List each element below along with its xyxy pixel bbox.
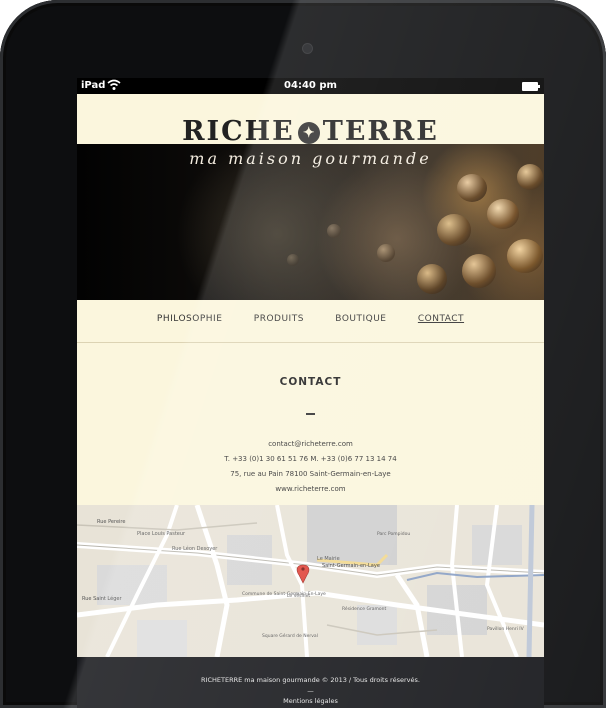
map-label: Saint-Germain-en-Laye bbox=[322, 563, 380, 569]
caviar-pearl bbox=[457, 174, 487, 202]
status-time: 04:40 pm bbox=[284, 80, 337, 91]
map-label: Rue Saint Léger bbox=[82, 595, 122, 602]
star-icon: ✦ bbox=[297, 122, 320, 144]
caviar-pearl bbox=[462, 254, 496, 288]
brand-name-right: TERRE bbox=[322, 116, 439, 147]
brand-logo[interactable]: RICHE ✦ TERRE bbox=[77, 116, 544, 147]
contact-website[interactable]: www.richeterre.com bbox=[77, 482, 544, 497]
map-label: Le Mairie bbox=[317, 556, 340, 562]
map-label: Parc Pompidou bbox=[377, 531, 410, 537]
caviar-pearl bbox=[507, 239, 543, 273]
legal-notice-link[interactable]: Mentions légales bbox=[77, 696, 544, 706]
map-label: Résidence Gramont bbox=[342, 605, 387, 612]
map-label: Place Louis Pasteur bbox=[137, 531, 186, 537]
main-nav: PHILOSOPHIE PRODUITS BOUTIQUE CONTACT bbox=[77, 314, 544, 324]
caviar-pearl bbox=[327, 224, 341, 238]
nav-item-contact[interactable]: CONTACT bbox=[418, 314, 464, 324]
location-map[interactable]: Rue Pereire Place Louis Pasteur Rue Léon… bbox=[77, 505, 544, 657]
map-label: Rue Léon Desoyer bbox=[172, 545, 218, 552]
footer-copyright: RICHETERRE ma maison gourmande © 2013 / … bbox=[201, 676, 420, 684]
nav-item-boutique[interactable]: BOUTIQUE bbox=[335, 314, 386, 324]
contact-address: 75, rue au Pain 78100 Saint-Germain-en-L… bbox=[230, 470, 391, 478]
brand-name-left: RICHE bbox=[182, 116, 295, 147]
caviar-pearl bbox=[437, 214, 471, 246]
contact-info: contact@richeterre.com T. +33 (0)1 30 61… bbox=[77, 437, 544, 497]
nav-item-philosophie[interactable]: PHILOSOPHIE bbox=[157, 314, 222, 324]
contact-email[interactable]: contact@richeterre.com bbox=[77, 437, 544, 452]
caviar-pearl bbox=[487, 199, 519, 229]
status-bar: iPad 04:40 pm bbox=[77, 78, 544, 94]
caviar-pearl bbox=[377, 244, 395, 262]
contact-heading: CONTACT bbox=[279, 376, 342, 388]
nav-item-produits[interactable]: PRODUITS bbox=[254, 314, 304, 324]
caviar-pearl bbox=[287, 254, 299, 266]
browser-screen: iPad 04:40 pm RICHE ✦ TERRE ma maison gour… bbox=[77, 78, 544, 708]
map-label: Pavillon Henri IV bbox=[487, 626, 525, 632]
contact-separator bbox=[306, 413, 315, 415]
map-canvas: Rue Pereire Place Louis Pasteur Rue Léon… bbox=[77, 505, 544, 657]
caviar-pearl bbox=[417, 264, 447, 294]
map-label: Square Gérard de Nerval bbox=[262, 632, 318, 639]
camera-icon bbox=[303, 44, 312, 53]
caviar-pearl bbox=[517, 164, 543, 190]
brand-tagline: ma maison gourmande bbox=[189, 149, 432, 168]
hero-caviar-image: ma maison gourmande bbox=[77, 144, 544, 300]
battery-icon bbox=[522, 82, 540, 91]
map-label: Le Vésinet bbox=[287, 592, 310, 599]
nav-divider bbox=[77, 342, 544, 343]
map-label: Rue Pereire bbox=[97, 519, 125, 525]
contact-phone: T. +33 (0)1 30 61 51 76 M. +33 (0)6 77 1… bbox=[224, 455, 397, 463]
ipad-frame: iPad 04:40 pm RICHE ✦ TERRE ma maison gour… bbox=[0, 0, 606, 708]
site-footer: RICHETERRE ma maison gourmande © 2013 / … bbox=[77, 657, 544, 708]
map-label: Commune de Saint-Germain-En-Laye bbox=[242, 591, 326, 597]
footer-separator: — bbox=[307, 687, 314, 695]
